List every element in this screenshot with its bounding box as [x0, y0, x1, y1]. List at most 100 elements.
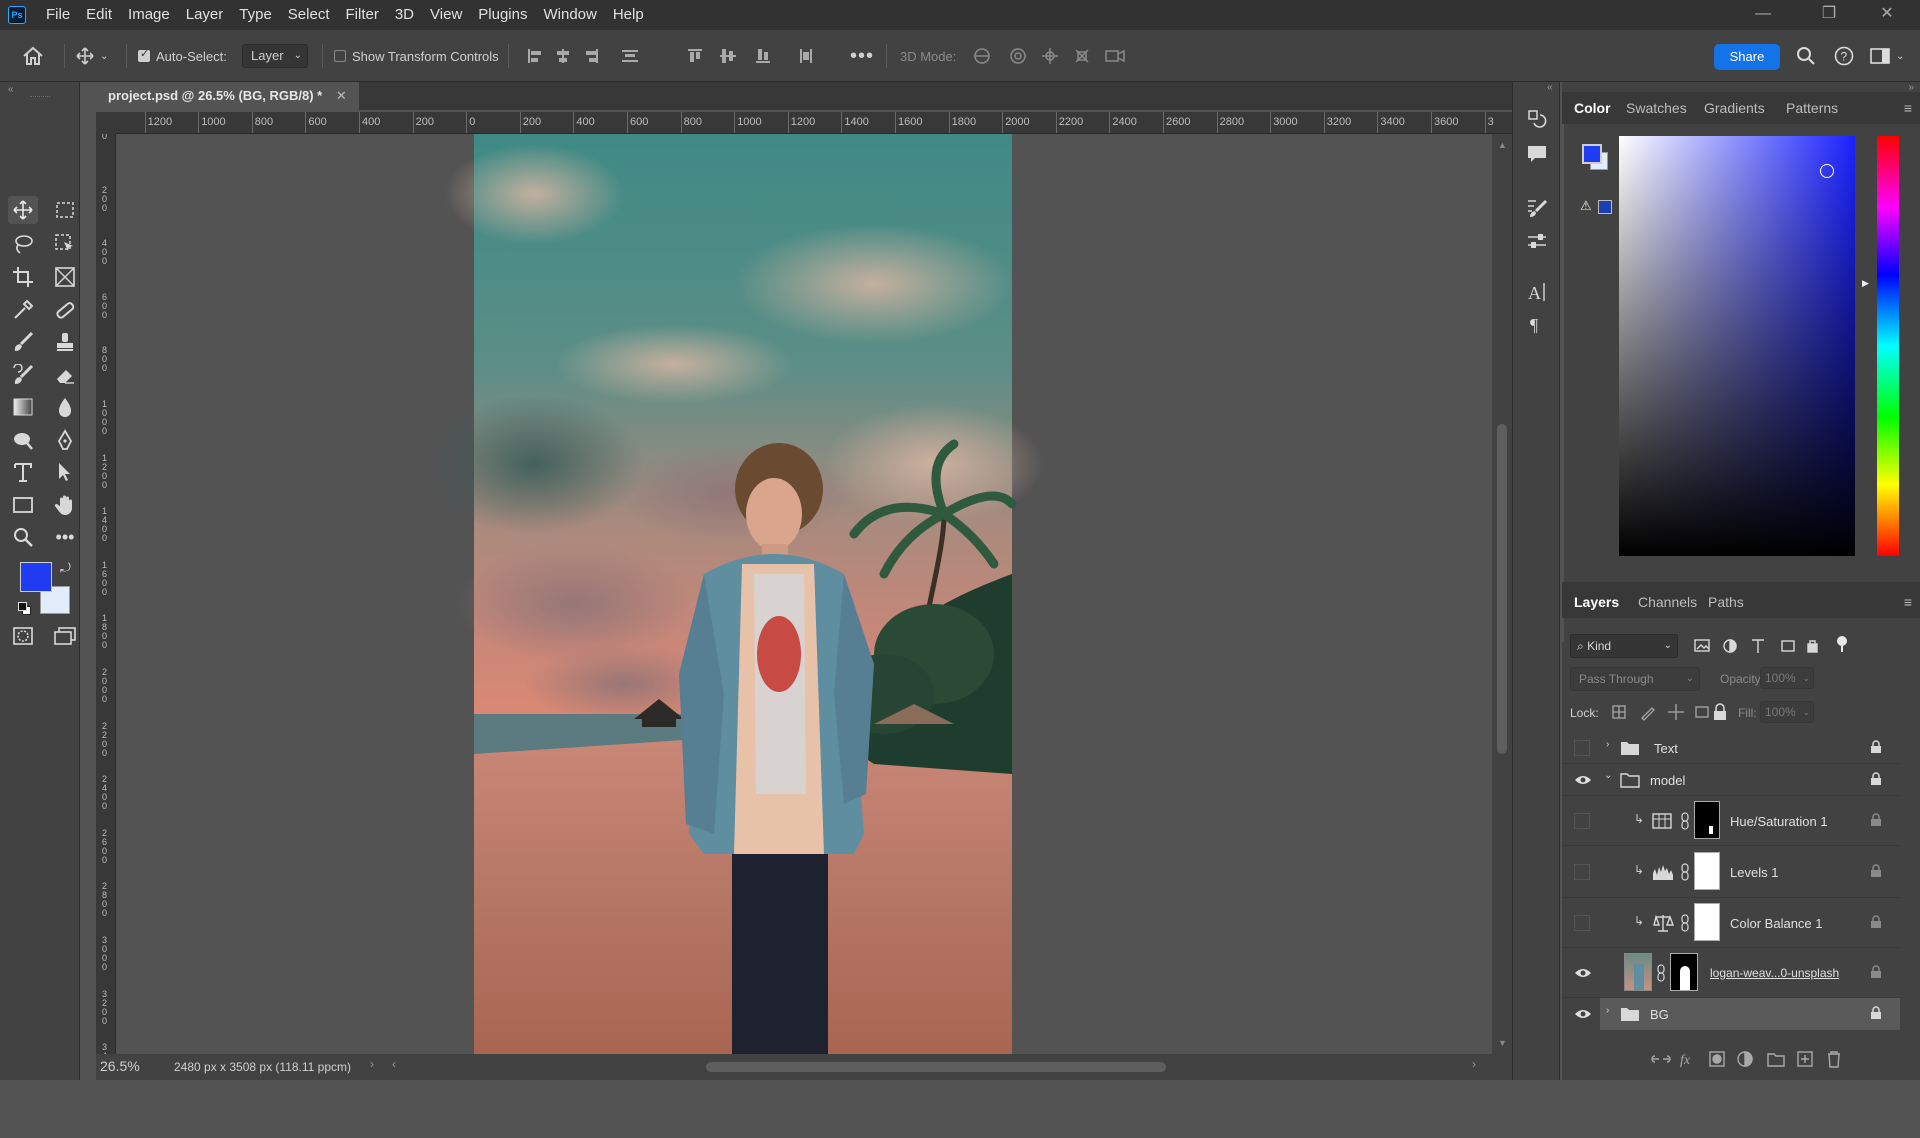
menu-window[interactable]: Window	[535, 0, 604, 30]
filter-toggle-icon[interactable]	[1836, 636, 1848, 652]
lasso-tool-icon[interactable]	[8, 230, 38, 258]
opacity-input[interactable]: 100% ⌄	[1760, 667, 1814, 689]
expand-arrow-icon[interactable]: ›	[1606, 739, 1609, 750]
vertical-scrollbar[interactable]: ▲ ▼	[1492, 134, 1512, 1054]
close-window-button[interactable]: ✕	[1864, 0, 1910, 30]
visibility-toggle-off[interactable]	[1574, 740, 1590, 756]
distribute-icons[interactable]	[756, 30, 836, 82]
rectangle-tool-icon[interactable]	[8, 491, 38, 519]
foreground-color-swatch[interactable]	[20, 562, 52, 592]
color-panel-fg-swatch[interactable]	[1582, 144, 1602, 164]
menu-help[interactable]: Help	[605, 0, 652, 30]
eye-icon[interactable]	[1574, 774, 1592, 786]
brush-settings-icon[interactable]	[1522, 194, 1552, 222]
screen-mode-icon[interactable]	[50, 622, 80, 650]
visibility-toggle-off[interactable]	[1574, 864, 1590, 880]
blur-tool-icon[interactable]	[50, 393, 80, 421]
status-menu-arrow-icon[interactable]: ›	[370, 1057, 374, 1071]
gradient-tool-icon[interactable]	[8, 393, 38, 421]
fill-input[interactable]: 100% ⌄	[1760, 701, 1814, 723]
swap-colors-icon[interactable]: ⤾	[60, 560, 71, 576]
show-transform-checkbox[interactable]: Show Transform Controls	[334, 30, 499, 82]
lock-options-icons[interactable]	[1610, 702, 1730, 722]
layer-mask-thumbnail[interactable]	[1694, 852, 1720, 890]
layer-row-image[interactable]: logan-weav...0-unsplash	[1562, 948, 1900, 998]
vertical-scroll-thumb[interactable]	[1497, 424, 1507, 754]
tab-color[interactable]: Color	[1574, 92, 1611, 124]
layer-row-hue-saturation[interactable]: ↳ Hue/Saturation 1	[1562, 796, 1900, 846]
pen-tool-icon[interactable]	[50, 426, 80, 454]
home-icon[interactable]	[22, 30, 44, 82]
tab-paths[interactable]: Paths	[1708, 586, 1744, 618]
restore-button[interactable]: ❐	[1806, 0, 1852, 30]
layer-filter-dropdown[interactable]: ⌕ Kind ⌄	[1570, 634, 1678, 658]
layers-panel-menu-icon[interactable]: ≡	[1904, 594, 1912, 610]
align-icons[interactable]	[526, 30, 746, 82]
healing-brush-tool-icon[interactable]	[50, 296, 80, 324]
edit-toolbar-icon[interactable]: •••	[50, 523, 80, 551]
document-canvas[interactable]	[116, 134, 1492, 1054]
path-selection-tool-icon[interactable]	[50, 458, 80, 486]
eyedropper-tool-icon[interactable]	[8, 296, 38, 324]
object-selection-tool-icon[interactable]	[50, 230, 80, 258]
mask-link-icon[interactable]	[1656, 964, 1666, 982]
history-brush-tool-icon[interactable]	[8, 361, 38, 389]
expand-panels-icon[interactable]: «	[1547, 82, 1553, 93]
quick-mask-icon[interactable]	[8, 622, 38, 650]
move-tool-preset-icon[interactable]: ⌄	[76, 30, 108, 82]
menu-edit[interactable]: Edit	[78, 0, 120, 30]
3d-mode-icons[interactable]	[972, 30, 1132, 82]
layer-row-text[interactable]: › Text	[1562, 732, 1900, 764]
canvas-area[interactable]	[116, 134, 1492, 1054]
ruler-origin[interactable]	[96, 112, 116, 134]
menu-3d[interactable]: 3D	[387, 0, 422, 30]
zoom-level[interactable]: 26.5%	[100, 1058, 140, 1074]
mask-link-icon[interactable]	[1680, 863, 1690, 881]
minimize-button[interactable]: —	[1740, 0, 1786, 30]
character-panel-icon[interactable]: A	[1522, 278, 1552, 306]
workspace-icon[interactable]: ⌄	[1870, 30, 1904, 82]
type-tool-icon[interactable]	[8, 458, 38, 486]
menu-select[interactable]: Select	[280, 0, 338, 30]
mask-link-icon[interactable]	[1680, 812, 1690, 830]
history-panel-icon[interactable]	[1522, 106, 1552, 134]
auto-select-checkbox[interactable]: ✓ Auto-Select:	[138, 30, 227, 82]
eraser-tool-icon[interactable]	[50, 361, 80, 389]
collapse-toolbar-icon[interactable]: «	[8, 84, 14, 95]
scroll-left-icon[interactable]: ‹	[392, 1057, 396, 1071]
menu-type[interactable]: Type	[231, 0, 280, 30]
menu-plugins[interactable]: Plugins	[470, 0, 535, 30]
web-safe-swatch[interactable]	[1598, 200, 1612, 214]
horizontal-scroll-thumb[interactable]	[706, 1062, 1166, 1072]
layer-filter-icons[interactable]	[1692, 636, 1820, 656]
layer-row-color-balance[interactable]: ↳ Color Balance 1	[1562, 898, 1900, 948]
tab-gradients[interactable]: Gradients	[1704, 92, 1765, 124]
menu-layer[interactable]: Layer	[178, 0, 232, 30]
auto-select-dropdown[interactable]: Layer ⌄	[242, 30, 308, 82]
visibility-toggle-off[interactable]	[1574, 813, 1590, 829]
share-button[interactable]: Share	[1714, 44, 1780, 70]
clone-stamp-tool-icon[interactable]	[50, 328, 80, 356]
layer-row-levels[interactable]: ↳ Levels 1	[1562, 846, 1900, 898]
blend-mode-dropdown[interactable]: Pass Through ⌄	[1570, 667, 1700, 691]
frame-tool-icon[interactable]	[50, 263, 80, 291]
layer-mask-thumbnail[interactable]	[1670, 953, 1698, 991]
collapse-arrow-icon[interactable]: ⌄	[1604, 770, 1612, 781]
paragraph-panel-icon[interactable]: ¶	[1522, 310, 1552, 338]
menu-filter[interactable]: Filter	[338, 0, 387, 30]
mask-link-icon[interactable]	[1680, 914, 1690, 932]
brush-tool-icon[interactable]	[8, 328, 38, 356]
menu-view[interactable]: View	[422, 0, 470, 30]
gamut-warning-icon[interactable]: ⚠	[1580, 198, 1592, 214]
layer-row-bg[interactable]: › BG	[1562, 998, 1900, 1030]
tab-channels[interactable]: Channels	[1638, 586, 1697, 618]
zoom-tool-icon[interactable]	[8, 523, 38, 551]
layer-mask-thumbnail[interactable]	[1694, 801, 1720, 839]
saturation-brightness-field[interactable]	[1619, 136, 1855, 556]
eye-icon[interactable]	[1574, 967, 1592, 979]
crop-tool-icon[interactable]	[8, 263, 38, 291]
expand-arrow-icon[interactable]: ›	[1606, 1005, 1609, 1016]
search-icon[interactable]	[1796, 30, 1816, 82]
color-picker-cursor[interactable]	[1820, 164, 1834, 178]
layer-mask-thumbnail[interactable]	[1694, 903, 1720, 941]
